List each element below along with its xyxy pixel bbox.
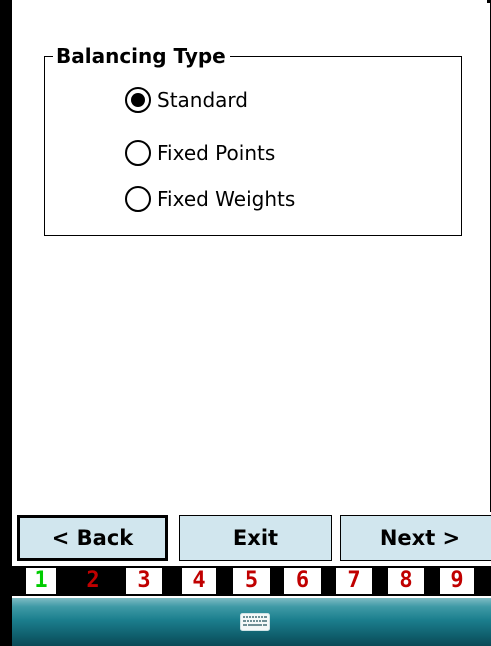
keyboard-icon[interactable] (240, 613, 270, 631)
exit-button[interactable]: Exit (179, 515, 332, 561)
page-8[interactable]: 8 (388, 568, 424, 594)
page-7[interactable]: 7 (336, 568, 372, 594)
page-indicator-strip: 1 2 3 4 5 6 7 8 9 (12, 566, 491, 596)
balancing-type-group: Balancing Type Standard Fixed Points Fix… (44, 44, 462, 236)
page-9[interactable]: 9 (440, 568, 474, 594)
radio-fixed-points[interactable]: Fixed Points (125, 137, 275, 169)
radio-button-icon[interactable] (125, 140, 151, 166)
radio-button-icon[interactable] (125, 87, 151, 113)
radio-label[interactable]: Standard (157, 88, 248, 112)
radio-selected-dot (131, 93, 145, 107)
radio-label[interactable]: Fixed Points (157, 141, 275, 165)
radio-standard[interactable]: Standard (125, 84, 248, 116)
page-1[interactable]: 1 (26, 568, 56, 594)
page-2[interactable]: 2 (75, 568, 111, 594)
page-6[interactable]: 6 (284, 568, 321, 594)
page-4[interactable]: 4 (182, 568, 216, 594)
back-button[interactable]: < Back (17, 515, 168, 561)
radio-button-icon[interactable] (125, 186, 151, 212)
radio-label[interactable]: Fixed Weights (157, 187, 295, 211)
group-title: Balancing Type (53, 44, 230, 68)
page-3[interactable]: 3 (126, 568, 162, 594)
next-button[interactable]: Next > (340, 515, 491, 561)
taskbar (12, 598, 491, 646)
page-5[interactable]: 5 (233, 568, 270, 594)
radio-fixed-weights[interactable]: Fixed Weights (125, 183, 295, 215)
wizard-screen: Balancing Type Standard Fixed Points Fix… (12, 0, 491, 646)
